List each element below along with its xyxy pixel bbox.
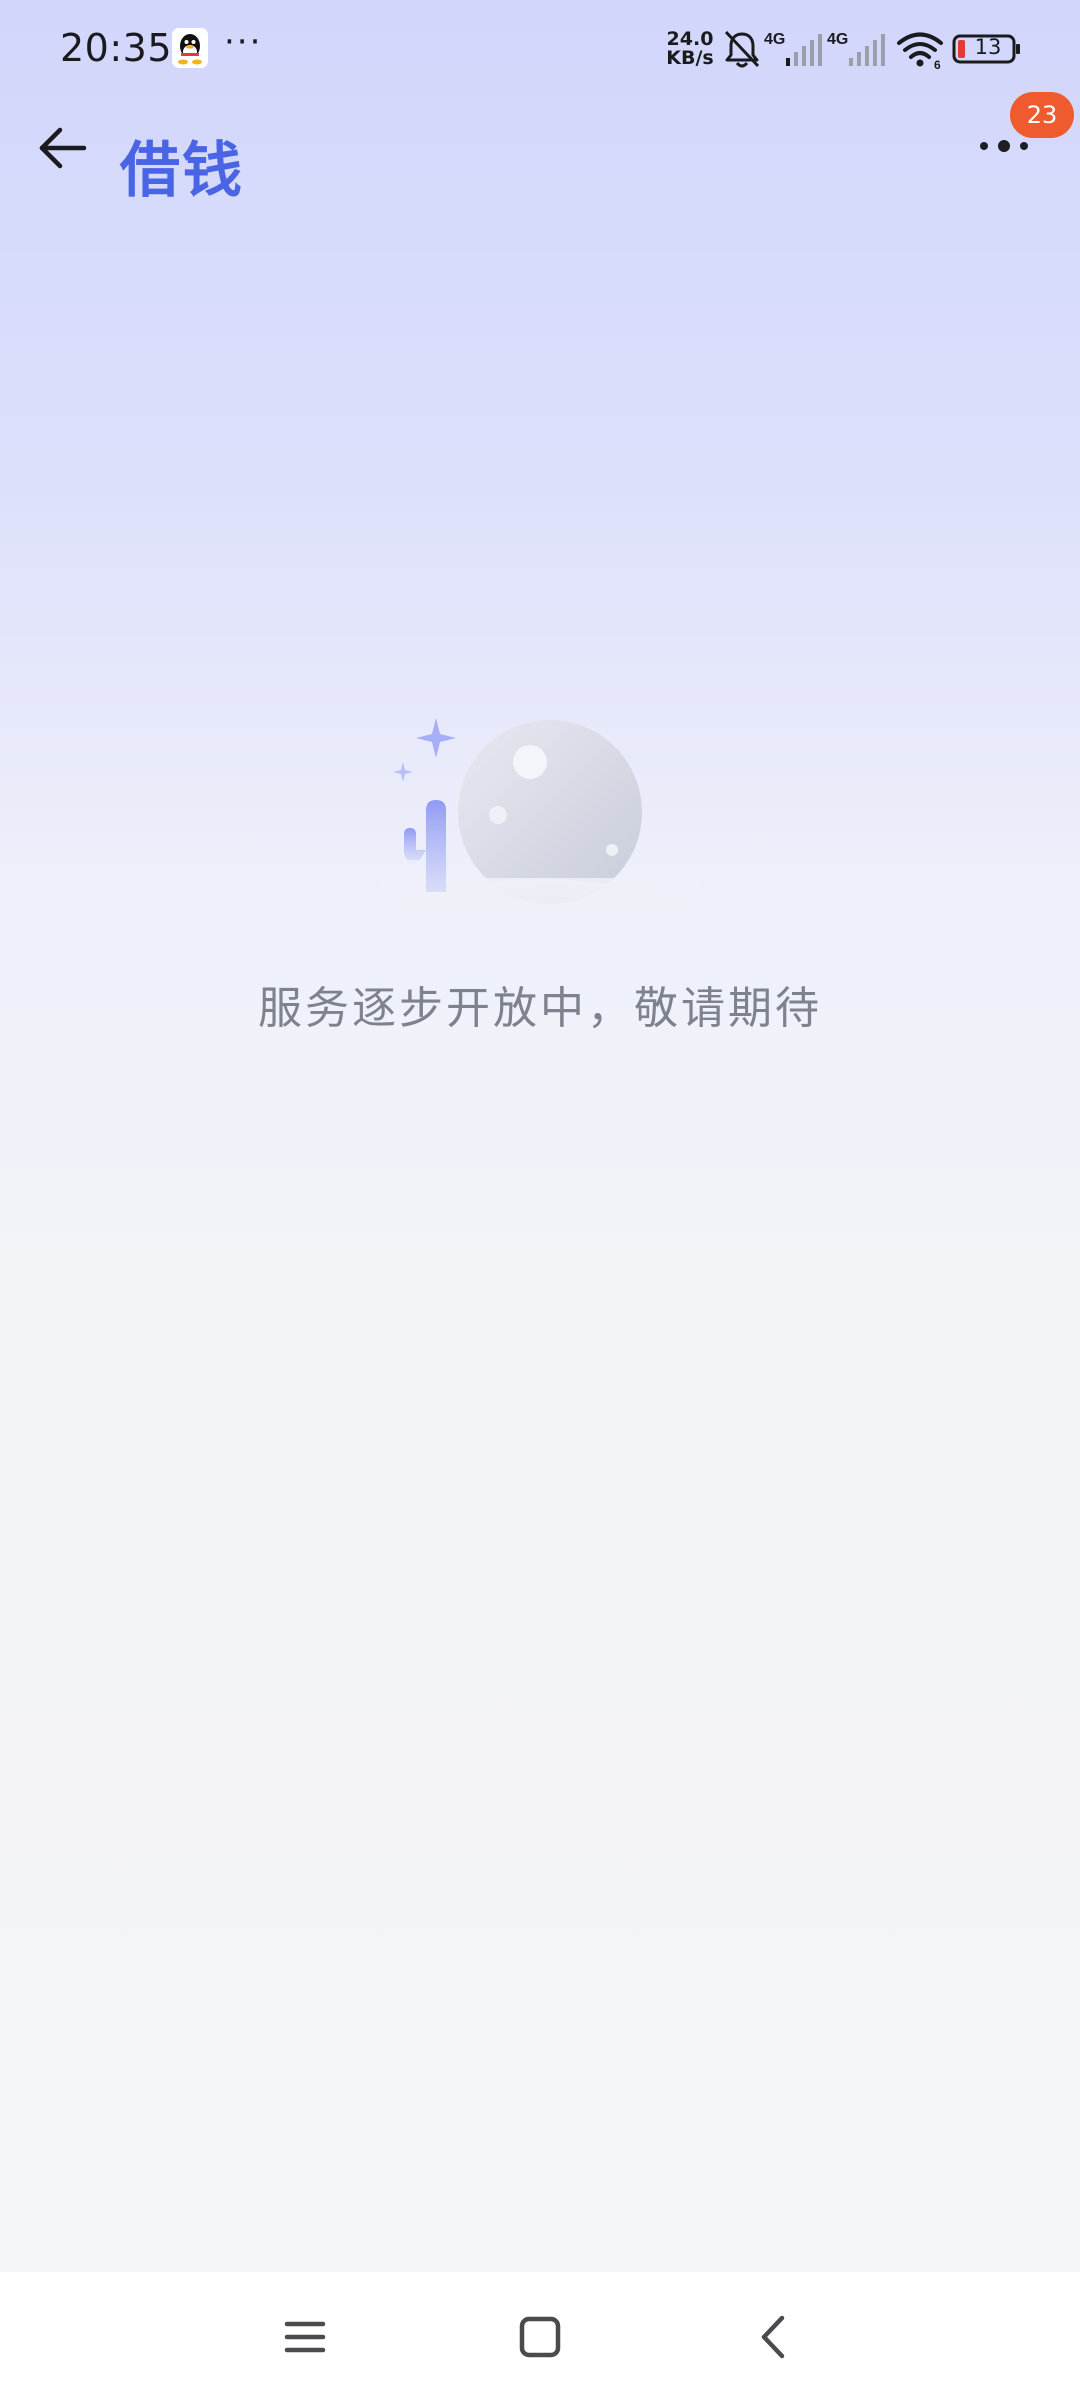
signal-2-label: 4G [827, 31, 848, 48]
net-speed: 24.0 KB/s [664, 30, 716, 68]
status-time: 20:35 [60, 26, 173, 70]
navigation-bar [0, 2272, 1080, 2400]
more-dot [1020, 142, 1028, 150]
bell-muted-icon [724, 30, 760, 68]
net-speed-unit: KB/s [666, 47, 714, 69]
moon-cactus-illustration [380, 718, 700, 910]
home-icon[interactable] [505, 2302, 575, 2372]
more-dot [998, 140, 1010, 152]
menu-icon[interactable] [270, 2302, 340, 2372]
signal-1-label: 4G [764, 31, 785, 48]
qq-icon [172, 28, 208, 68]
signal-icon: 4G [827, 31, 885, 66]
back-arrow-icon[interactable] [34, 118, 94, 178]
empty-state-message: 服务逐步开放中，敬请期待 [258, 983, 822, 1034]
wifi-label: 6 [934, 58, 941, 70]
more-notifications-icon: ··· [224, 22, 263, 62]
status-bar: 20:35 ··· 24.0 KB/s 4G 4G 6 13 [0, 0, 1080, 100]
notification-badge: 23 [1010, 92, 1074, 138]
more-dot [980, 142, 988, 150]
back-icon[interactable] [738, 2302, 808, 2372]
wifi-icon: 6 [897, 32, 943, 70]
battery-level: 13 [974, 35, 1002, 59]
signal-icon: 4G [764, 31, 822, 66]
page-title: 借钱 [120, 136, 244, 206]
